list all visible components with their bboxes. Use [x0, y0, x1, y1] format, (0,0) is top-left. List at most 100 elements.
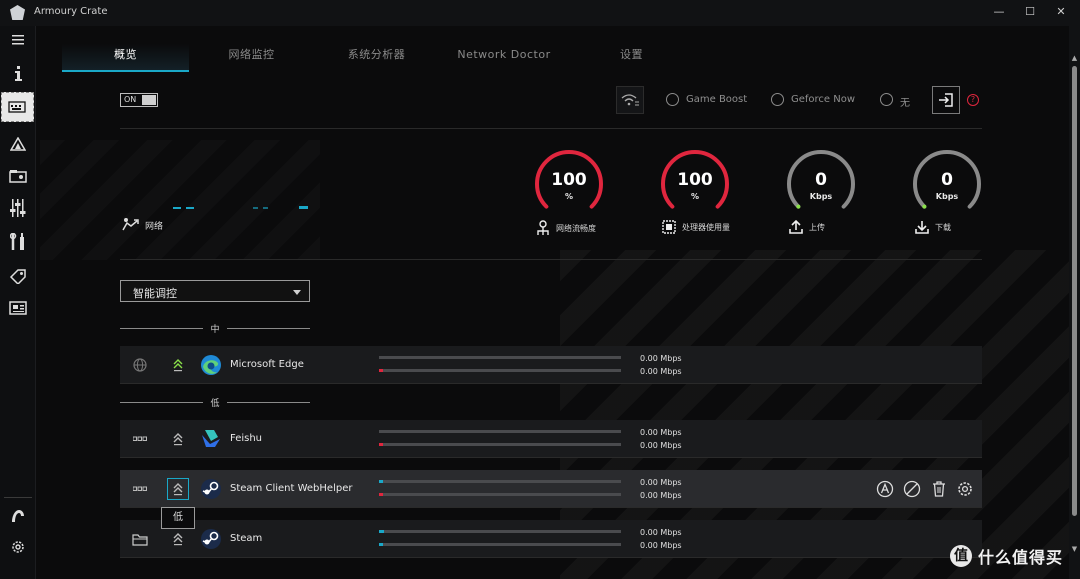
upload-bar-fill — [379, 480, 383, 483]
priority-up-icon[interactable] — [167, 478, 189, 500]
wifi-switch-button[interactable] — [616, 86, 644, 114]
upload-speed: 0.00 Mbps — [640, 354, 682, 363]
group-header-low: 低 — [120, 396, 310, 409]
scroll-down-icon[interactable]: ▼ — [1070, 545, 1079, 553]
scroll-up-icon[interactable]: ▲ — [1070, 54, 1079, 62]
globe-icon[interactable] — [132, 357, 148, 373]
toggle-knob — [142, 95, 156, 105]
app-row-feishu[interactable]: Feishu 0.00 Mbps 0.00 Mbps — [120, 420, 982, 458]
gauge-start-dot — [922, 204, 927, 209]
download-speed: 0.00 Mbps — [640, 441, 682, 450]
gauge-cpu-usage: 100 % — [658, 150, 732, 210]
network-activity-bar — [173, 207, 181, 209]
gauge-upload: 0 Kbps — [784, 150, 858, 210]
more-icon[interactable] — [132, 481, 148, 497]
upload-speed: 0.00 Mbps — [640, 528, 682, 537]
chevron-down-icon — [293, 290, 301, 295]
toggle-label: ON — [124, 95, 137, 104]
gamevisual-icon[interactable] — [4, 164, 32, 188]
gauge-unit: % — [564, 192, 573, 201]
download-bar — [379, 443, 621, 446]
upload-bar — [379, 530, 621, 533]
upload-bar-fill — [379, 530, 384, 533]
news-icon[interactable] — [4, 296, 32, 320]
settings-icon[interactable] — [4, 535, 32, 559]
menu-icon[interactable] — [4, 28, 32, 52]
deals-icon[interactable] — [4, 264, 32, 288]
download-bar-fill — [379, 493, 383, 496]
gauge-value: 0 — [815, 170, 827, 190]
download-bar-fill — [379, 543, 383, 546]
keyboard-icon[interactable] — [1, 92, 34, 122]
scrollbar-thumb[interactable] — [1072, 66, 1077, 516]
dropdown-value: 智能调控 — [133, 287, 177, 300]
gauge-caption-text: 上传 — [809, 222, 825, 232]
help-icon[interactable]: ? — [967, 94, 979, 106]
download-speed: 0.00 Mbps — [640, 367, 682, 376]
mode-radio-game-boost[interactable] — [666, 93, 679, 106]
tab-settings[interactable]: 设置 — [569, 44, 694, 72]
gauge-caption-upload: 上传 — [789, 220, 825, 234]
mode-label-game-boost: Game Boost — [686, 94, 748, 105]
app-logo-icon — [10, 5, 25, 20]
app-title: Armoury Crate — [34, 6, 108, 17]
master-toggle[interactable]: ON — [120, 93, 158, 107]
network-icon — [122, 218, 139, 231]
info-icon[interactable] — [4, 62, 32, 86]
priority-up-icon[interactable] — [167, 528, 189, 550]
gauge-start-dot — [796, 204, 801, 209]
gauge-caption-text: 下载 — [935, 222, 951, 232]
gauge-caption-download: 下载 — [915, 220, 951, 234]
priority-tooltip: 低 — [161, 507, 195, 529]
bandwidth-mode-dropdown[interactable]: 智能调控 — [120, 280, 310, 302]
exit-button[interactable] — [932, 86, 960, 114]
equalizer-icon[interactable] — [4, 196, 32, 220]
gauge-unit: Kbps — [935, 192, 959, 201]
gear-icon[interactable] — [956, 480, 974, 498]
tab-network-doctor[interactable]: Network Doctor — [439, 44, 569, 72]
gauge-caption-text: 网络流畅度 — [556, 223, 596, 233]
gauge-value: 0 — [941, 170, 953, 190]
tab-network-monitor[interactable]: 网络监控 — [189, 44, 314, 72]
watermark: 值 什么值得买 — [950, 544, 1063, 568]
upload-icon — [789, 220, 803, 234]
network-activity-bar — [299, 206, 308, 209]
watermark-badge: 值 — [950, 545, 972, 567]
aura-icon[interactable] — [4, 132, 32, 156]
block-icon[interactable] — [903, 480, 921, 498]
sidebar-divider — [4, 497, 32, 498]
title-bar: Armoury Crate — ☐ ✕ — [0, 0, 1080, 26]
tools-icon[interactable] — [4, 230, 32, 254]
app-row-microsoft-edge[interactable]: Microsoft Edge 0.00 Mbps 0.00 Mbps — [120, 346, 982, 384]
steam-logo-icon — [200, 528, 222, 550]
gauge-unit: % — [690, 192, 699, 201]
gauge-caption-cpu: 处理器使用量 — [662, 220, 730, 234]
mode-radio-geforce-now[interactable] — [771, 93, 784, 106]
upload-speed: 0.00 Mbps — [640, 478, 682, 487]
more-icon[interactable] — [132, 431, 148, 447]
app-row-steam-client-webhelper[interactable]: Steam Client WebHelper 0.00 Mbps 0.00 Mb… — [120, 470, 982, 508]
maximize-button[interactable]: ☐ — [1016, 3, 1044, 21]
download-speed: 0.00 Mbps — [640, 541, 682, 550]
network-smooth-icon — [537, 220, 549, 235]
user-icon[interactable] — [4, 503, 32, 527]
app-name: Steam — [230, 533, 263, 544]
app-row-steam[interactable]: Steam 0.00 Mbps 0.00 Mbps — [120, 520, 982, 558]
tab-system-analyzer[interactable]: 系统分析器 — [314, 44, 439, 72]
trash-icon[interactable] — [930, 480, 948, 498]
mode-radio-none[interactable] — [880, 93, 893, 106]
close-button[interactable]: ✕ — [1047, 3, 1075, 21]
watermark-text: 什么值得买 — [978, 548, 1064, 567]
network-activity-bar — [263, 207, 268, 209]
upload-speed: 0.00 Mbps — [640, 428, 682, 437]
download-bar — [379, 493, 621, 496]
gauge-value: 100 — [551, 170, 587, 190]
priority-up-icon[interactable] — [167, 428, 189, 450]
priority-up-icon[interactable] — [167, 354, 189, 376]
minimize-button[interactable]: — — [985, 3, 1013, 21]
auto-priority-icon[interactable] — [876, 480, 894, 498]
gauge-download: 0 Kbps — [910, 150, 984, 210]
group-header-medium: 中 — [120, 322, 310, 335]
tab-overview[interactable]: 概览 — [62, 44, 189, 72]
folder-icon[interactable] — [132, 531, 148, 547]
